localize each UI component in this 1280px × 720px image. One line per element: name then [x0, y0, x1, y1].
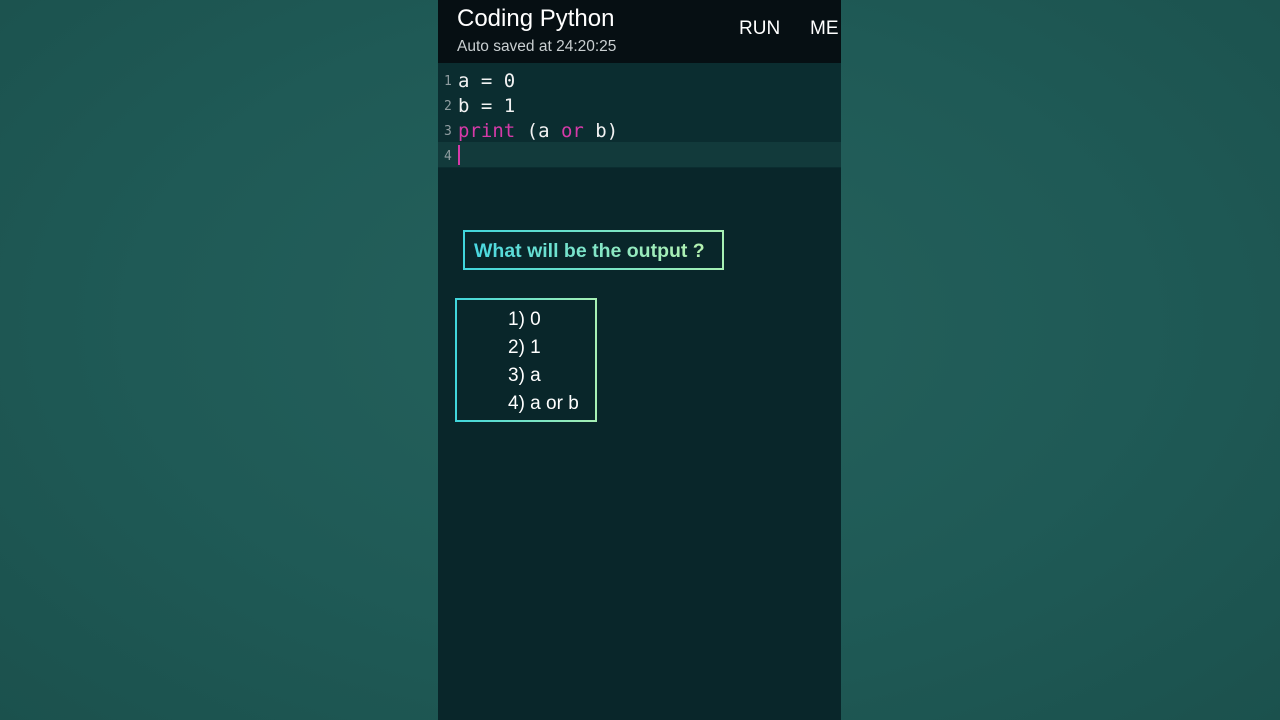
question-text: What will be the output ?	[474, 240, 705, 262]
run-button[interactable]: RUN	[739, 18, 780, 40]
option-4: 4) a or b	[508, 393, 579, 414]
code-fragment: b)	[583, 120, 619, 142]
option-1: 1) 0	[508, 309, 541, 330]
option-3: 3) a	[508, 365, 541, 386]
text-cursor	[458, 145, 460, 165]
line-number: 3	[444, 124, 452, 139]
code-line-1[interactable]: 1 a = 0	[438, 67, 841, 92]
code-text: print (a or b)	[458, 120, 618, 142]
code-line-2[interactable]: 2 b = 1	[438, 92, 841, 117]
options-box: 1) 0 2) 1 3) a 4) a or b	[455, 298, 597, 422]
phone-screen: Coding Python Auto saved at 24:20:25 RUN…	[438, 0, 841, 720]
autosave-status: Auto saved at 24:20:25	[457, 38, 617, 55]
code-line-3[interactable]: 3 print (a or b)	[438, 117, 841, 142]
line-number: 4	[444, 149, 452, 164]
code-editor[interactable]: 1 a = 0 2 b = 1 3 print (a or b) 4	[438, 63, 841, 168]
question-box: What will be the output ?	[463, 230, 724, 270]
code-text: b = 1	[458, 95, 516, 117]
app-title: Coding Python	[457, 5, 615, 32]
line-number: 2	[444, 99, 452, 114]
app-bar: Coding Python Auto saved at 24:20:25 RUN…	[438, 0, 841, 63]
menu-button[interactable]: ME	[810, 18, 839, 40]
keyword-print: print	[458, 120, 516, 142]
code-text: a = 0	[458, 70, 516, 92]
line-number: 1	[444, 74, 452, 89]
code-line-4[interactable]: 4	[438, 142, 841, 167]
keyword-or: or	[560, 120, 584, 142]
code-fragment: (a	[515, 120, 561, 142]
option-2: 2) 1	[508, 337, 541, 358]
